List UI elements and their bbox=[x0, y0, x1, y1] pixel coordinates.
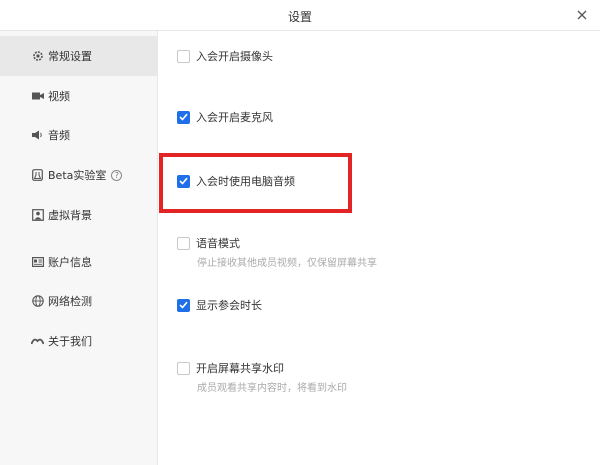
option-label: 语音模式 bbox=[196, 237, 240, 250]
logo-icon bbox=[31, 335, 44, 348]
sidebar-item-label: Beta实验室 bbox=[48, 169, 107, 182]
option-mic-on-join: 入会开启麦克风 bbox=[177, 109, 273, 125]
id-card-icon bbox=[31, 256, 44, 269]
option-voice-mode: 语音模式 停止接收其他成员视频，仅保留屏幕共享 bbox=[177, 235, 377, 269]
video-camera-icon bbox=[31, 90, 44, 103]
option-screen-share-watermark: 开启屏幕共享水印 成员观看共享内容时，将看到水印 bbox=[177, 360, 347, 394]
sidebar-item-video[interactable]: 视频 bbox=[0, 76, 158, 116]
settings-window: 设置 常规设置 视频 音频 Beta实验室 ? 虚拟背景 账户信息 网络检测 关… bbox=[0, 0, 600, 465]
sidebar-item-beta-lab[interactable]: Beta实验室 ? bbox=[0, 155, 158, 195]
checkbox[interactable] bbox=[177, 298, 190, 312]
close-icon bbox=[577, 10, 587, 20]
option-description: 成员观看共享内容时，将看到水印 bbox=[197, 383, 347, 394]
sidebar-item-account[interactable]: 账户信息 bbox=[0, 242, 158, 282]
option-label: 入会开启麦克风 bbox=[196, 111, 273, 124]
gear-icon bbox=[31, 50, 44, 63]
sidebar-item-about[interactable]: 关于我们 bbox=[0, 321, 158, 361]
window-title: 设置 bbox=[287, 10, 312, 24]
globe-icon bbox=[31, 295, 44, 308]
person-background-icon bbox=[31, 209, 44, 222]
checkbox[interactable] bbox=[177, 361, 190, 375]
settings-content: 入会开启摄像头 入会开启麦克风 入会时使用电脑音频 语音模式 停止接收其他成员视… bbox=[159, 31, 600, 465]
sidebar-item-label: 账户信息 bbox=[48, 256, 92, 269]
sidebar-item-general[interactable]: 常规设置 bbox=[0, 36, 158, 76]
checkbox[interactable] bbox=[177, 236, 190, 250]
sidebar-item-virtual-background[interactable]: 虚拟背景 bbox=[0, 195, 158, 235]
title-bar: 设置 bbox=[0, 0, 600, 31]
sidebar-item-label: 虚拟背景 bbox=[48, 209, 92, 222]
sidebar-item-label: 网络检测 bbox=[48, 295, 92, 308]
sidebar-item-label: 音频 bbox=[48, 129, 70, 142]
option-camera-on-join: 入会开启摄像头 bbox=[177, 48, 273, 64]
close-button[interactable] bbox=[572, 5, 592, 25]
checkbox[interactable] bbox=[177, 110, 190, 124]
help-icon[interactable]: ? bbox=[111, 169, 123, 181]
option-label: 开启屏幕共享水印 bbox=[196, 362, 284, 375]
option-description: 停止接收其他成员视频，仅保留屏幕共享 bbox=[197, 258, 377, 269]
sidebar-item-audio[interactable]: 音频 bbox=[0, 115, 158, 155]
checkmark-icon bbox=[179, 113, 188, 121]
sidebar: 常规设置 视频 音频 Beta实验室 ? 虚拟背景 账户信息 网络检测 关于我们 bbox=[0, 31, 158, 465]
sidebar-item-label: 常规设置 bbox=[48, 50, 92, 63]
checkmark-icon bbox=[179, 301, 188, 309]
option-show-duration: 显示参会时长 bbox=[177, 297, 262, 313]
sidebar-item-network-test[interactable]: 网络检测 bbox=[0, 281, 158, 321]
speaker-icon bbox=[31, 129, 44, 142]
option-label: 显示参会时长 bbox=[196, 299, 262, 312]
sidebar-item-label: 关于我们 bbox=[48, 335, 92, 348]
checkbox[interactable] bbox=[177, 49, 190, 63]
beaker-icon bbox=[31, 169, 44, 182]
annotation-highlight-box bbox=[159, 153, 352, 213]
option-label: 入会开启摄像头 bbox=[196, 50, 273, 63]
sidebar-item-label: 视频 bbox=[48, 90, 70, 103]
